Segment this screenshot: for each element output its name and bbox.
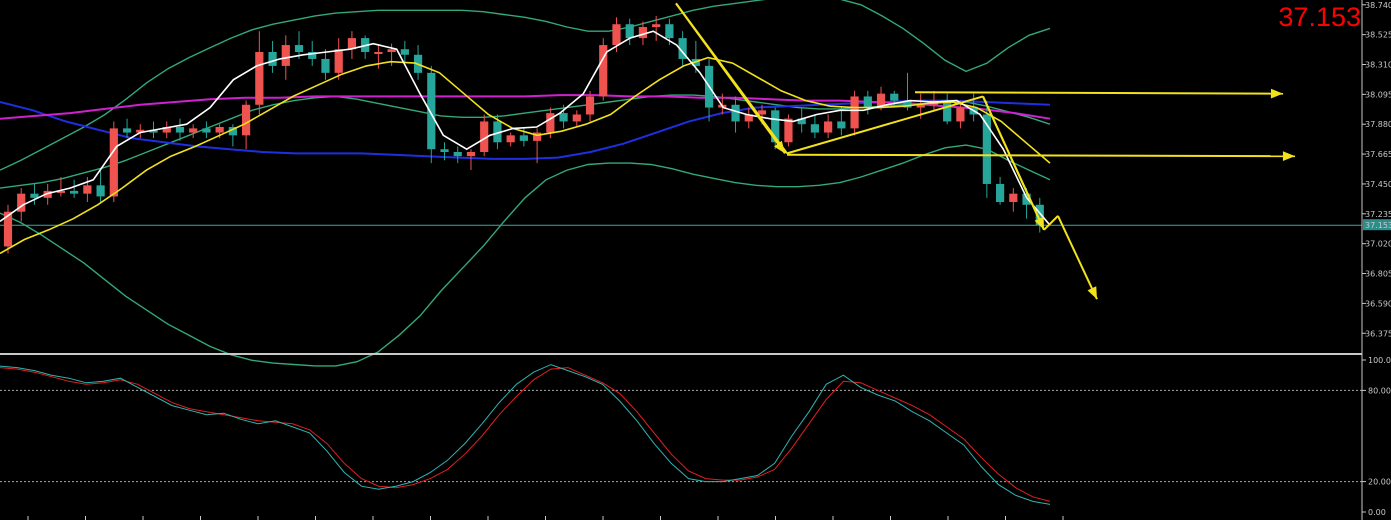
oscillator-pane [0,364,1362,505]
candle-body [122,128,132,133]
candle-body [466,152,476,157]
candle-body [427,72,436,150]
candle-body [242,104,251,136]
oscillator-tick-label: 20.00 [1368,478,1391,487]
candle-body [546,113,555,133]
candle-body [837,121,846,129]
trend-arrow-line [786,153,1296,158]
candle-body [109,128,118,197]
price-tick-label: 37.235 [1365,210,1391,219]
price-tick-label: 38.740 [1365,1,1391,10]
candle-body [387,49,396,52]
price-tick-label: 36.590 [1365,299,1391,308]
candle-body [890,93,899,101]
candle-body [400,49,409,55]
candle-body [374,52,383,54]
candle-body [83,185,92,194]
trend-arrow-head [1282,151,1295,161]
price-tick-label: 37.880 [1365,120,1391,129]
price-tick-label: 38.095 [1365,90,1391,99]
candle-body [824,121,833,133]
candle-body [956,107,965,122]
candle-body [321,58,330,73]
price-pane [0,0,1362,367]
candle-body [189,128,198,133]
candle-body [519,135,528,141]
price-tick-label: 37.020 [1365,240,1391,249]
price-tick-label: 38.310 [1365,61,1391,70]
price-tick-label: 37.665 [1365,150,1391,159]
moving-average-white [0,30,1051,226]
candle-body [810,124,819,133]
current-price-display: 37.153 [1278,2,1361,32]
candle-body [268,52,277,66]
candle-body [281,45,290,66]
current-price-tag: 37.153 [1365,221,1391,230]
bollinger-lower-line [0,144,1051,367]
price-tick-label: 36.375 [1365,329,1391,338]
trading-chart: 38.740 38.525 38.310 38.095 37.880 37.665 37.4… [0,0,1391,520]
oscillator-axis: 100.00 80.00 20.00 0.00 [27,356,1391,520]
candle-body [96,185,105,197]
trend-arrow-head [1270,88,1283,99]
candle-body [30,193,39,198]
trend-arrow-line [1057,215,1098,300]
candle-body [585,96,595,115]
candle-body [995,183,1005,202]
candle-body [943,100,952,122]
candle-body [255,52,264,105]
oscillator-tick-label: 80.00 [1368,386,1391,395]
price-tick-label: 36.805 [1365,270,1391,279]
candle-body [453,152,462,157]
candle-body [506,135,515,143]
candle-body [612,24,621,46]
candle-body [665,24,674,39]
candle-body [1009,193,1018,202]
oscillator-tick-label: 100.00 [1368,356,1391,365]
candle-body [850,96,859,129]
trend-arrow-line [1043,215,1059,231]
candle-body [625,24,634,39]
candle-body [863,96,872,108]
candle-body [440,149,449,152]
candle-body [202,128,211,133]
oscillator-tick-label: 0.00 [1368,508,1386,517]
candle-body [334,49,343,73]
candle-body [559,113,568,122]
candle-body [175,127,185,133]
candle-body [70,190,79,194]
candle-body [731,104,740,122]
candle-body [757,110,767,115]
trend-arrow-line [675,2,786,154]
candle-body [215,127,224,133]
candle-body [638,27,648,39]
trend-arrow-line [914,91,1284,95]
trend-arrow-head [1087,286,1097,300]
candle-body [652,24,661,27]
price-tick-label: 37.450 [1365,180,1391,189]
price-axis: 38.740 38.525 38.310 38.095 37.880 37.665 37.4… [1362,1,1391,338]
bollinger-upper-line [0,0,1051,171]
price-tick-label: 38.525 [1365,31,1391,40]
stochastic-main-line [0,364,1051,505]
candle-body [572,114,581,122]
candle-body [294,45,304,52]
candle-body [784,118,793,143]
